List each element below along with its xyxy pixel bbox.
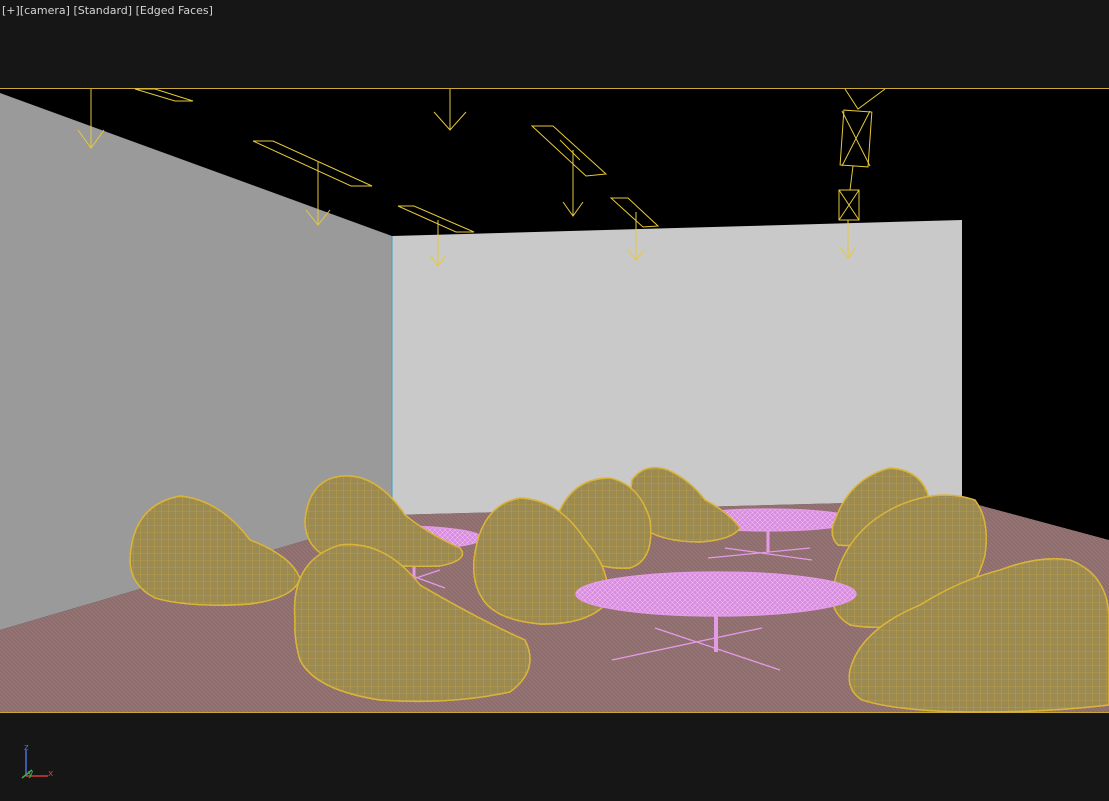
viewport-menu-edged-faces[interactable]: [Edged Faces]	[136, 4, 213, 17]
axis-x-label: x	[48, 769, 54, 779]
viewport-scene[interactable]	[0, 0, 1109, 801]
camera-viewport[interactable]: [+][camera] [Standard] [Edged Faces] z y…	[0, 0, 1109, 801]
viewport-menu-camera[interactable]: [camera]	[20, 4, 70, 17]
axis-tripod: z y x	[0, 740, 70, 790]
back-wall[interactable]	[392, 220, 962, 515]
axis-y-label: y	[28, 769, 34, 779]
viewport-menu-shading[interactable]: [Standard]	[73, 4, 132, 17]
viewport-menu-plus[interactable]: [+]	[2, 4, 20, 17]
axis-z-label: z	[24, 743, 29, 753]
viewport-label[interactable]: [+][camera] [Standard] [Edged Faces]	[2, 4, 213, 17]
axis-tripod-icon	[21, 750, 48, 779]
